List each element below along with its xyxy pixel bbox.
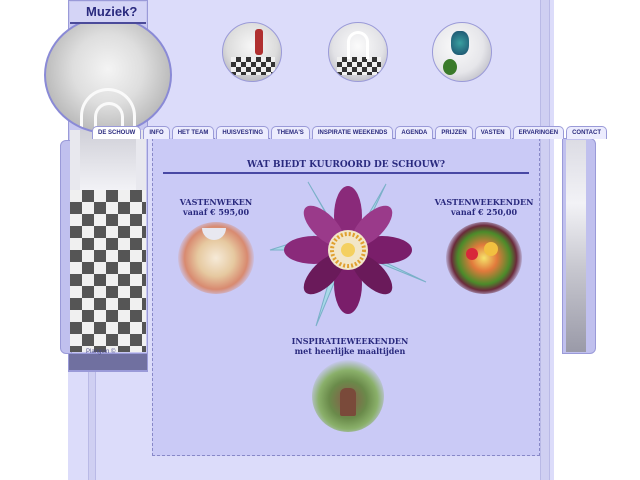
backdrop-column-right [540,0,550,480]
photo-circle-hall-arch [328,22,388,82]
left-panel-footer [68,353,148,371]
inspiratie-title[interactable]: INSPIRATIEWEEKENDEN [270,336,430,346]
right-hallway-photo [566,140,586,352]
lotus-flower-icon [269,181,427,327]
tab-huisvesting[interactable]: HUISVESTING [216,126,270,139]
tab-prijzen[interactable]: PRIJZEN [435,126,473,139]
inspiratie-subtitle[interactable]: met heerlijke maaltijden [270,346,430,356]
fruit-shape [484,242,498,256]
tab-inspiratie-weekends[interactable]: INSPIRATIE WEEKENDS [311,126,394,139]
vastenweken-heading[interactable]: VASTENWEKEN vanaf € 595,00 [168,197,264,217]
fruit-photo[interactable] [446,222,522,294]
tab-ervaringen[interactable]: ERVARINGEN [512,126,565,139]
fruit-shape [466,248,478,260]
painting-shape [451,31,469,55]
checkered-floor [337,57,381,75]
tab-de-schouw[interactable]: DE SCHOUW [92,126,142,139]
photo-circle-hall-person [222,22,282,82]
tab-info[interactable]: INFO [143,126,170,139]
tab-agenda[interactable]: AGENDA [395,126,434,139]
inspiratie-heading[interactable]: INSPIRATIEWEEKENDEN met heerlijke maalti… [270,336,430,356]
hallway-circle-photo [44,16,172,134]
checkered-floor [70,190,146,352]
photo-circle-hall-painting [432,22,492,82]
person-figure [255,29,263,55]
statue-garden-photo[interactable] [312,360,384,432]
tab-het-team[interactable]: HET TEAM [171,126,215,139]
hallway-photo [70,130,146,352]
lotus-pistil [341,243,355,257]
page-title: WAT BIEDT KUUROORD DE SCHOUW? [247,160,445,170]
tab-themas[interactable]: THEMA'S [271,126,310,139]
vastenweken-title[interactable]: VASTENWEKEN [168,197,264,207]
drinks-photo[interactable] [178,222,254,294]
title-divider [163,172,529,174]
glass-shape [202,228,226,240]
checkered-floor [231,57,275,75]
tab-vasten[interactable]: VASTEN [474,126,511,139]
plant-shape [443,59,457,75]
statue-shape [340,388,356,416]
arch-shape [347,31,369,59]
vastenweekenden-heading[interactable]: VASTENWEEKENDEN vanaf € 250,00 [432,197,536,217]
vastenweekenden-price[interactable]: vanaf € 250,00 [432,207,536,217]
music-button[interactable]: Muziek? [86,4,137,19]
vastenweken-price[interactable]: vanaf € 595,00 [168,207,264,217]
copyright-text: Planguin © [86,349,116,355]
main-navigation: DE SCHOUW INFO HET TEAM HUISVESTING THEM… [92,126,607,140]
tab-contact[interactable]: CONTACT [566,126,607,139]
vastenweekenden-title[interactable]: VASTENWEEKENDEN [432,197,536,207]
